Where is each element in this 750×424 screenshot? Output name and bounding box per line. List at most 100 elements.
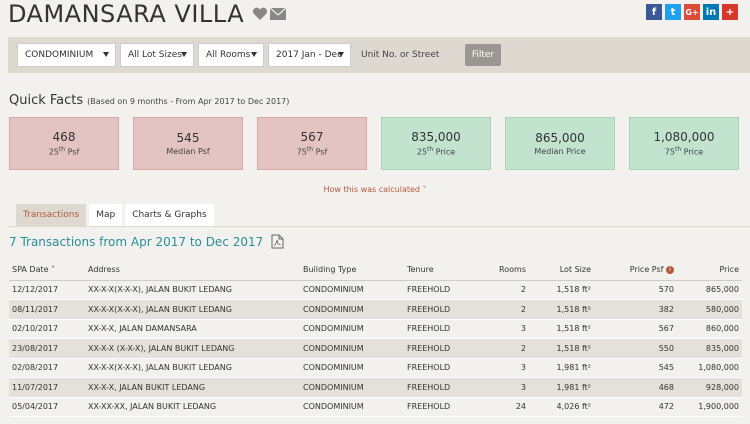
fact-label: Median Price [534, 147, 586, 156]
heart-icon[interactable] [252, 7, 268, 21]
cell-price: 865,000 [677, 280, 742, 300]
cell-address: XX-X-X, JALAN BUKIT LEDANG [85, 377, 300, 398]
cell-lot-size: 1,518 ft² [529, 299, 594, 320]
cell-building-type: CONDOMINIUM [300, 338, 404, 359]
unit-search-input[interactable]: Unit No. or Street [355, 43, 459, 67]
table-row: 12/12/2017 XX-X-X(X-X-X), JALAN BUKIT LED… [9, 280, 742, 300]
cell-price: 580,000 [677, 299, 742, 320]
quick-facts-cards: 468 25th Psf 545 Median Psf 567 75th Psf… [9, 117, 739, 170]
cell-price: 1,080,000 [677, 358, 742, 378]
fact-value: 835,000 [411, 130, 461, 145]
cell-price-psf: 468 [594, 377, 677, 398]
cell-spa-date: 02/08/2017 [9, 358, 85, 378]
mail-icon[interactable] [270, 8, 287, 20]
table-header-row: SPA Date ˄ Address Building Type Tenure … [9, 260, 742, 281]
fact-label: 75th Price [664, 146, 704, 157]
tab-charts-graphs[interactable]: Charts & Graphs [125, 204, 214, 226]
cell-price: 928,000 [677, 377, 742, 398]
cell-rooms: 3 [482, 377, 529, 398]
cell-building-type: CONDOMINIUM [300, 377, 404, 398]
cell-price: 1,900,000 [677, 397, 742, 417]
info-icon[interactable]: i [666, 265, 674, 274]
tab-map[interactable]: Map [89, 204, 123, 226]
chevron-down-icon [338, 52, 344, 57]
transactions-table: SPA Date ˄ Address Building Type Tenure … [9, 260, 742, 417]
linkedin-icon[interactable]: in [703, 4, 719, 20]
col-spa-date[interactable]: SPA Date ˄ [9, 260, 85, 281]
share-buttons: f t G+ in + [646, 4, 738, 20]
fact-value: 567 [300, 130, 324, 145]
cell-tenure: FREEHOLD [404, 397, 482, 417]
cell-rooms: 2 [482, 338, 529, 359]
cell-address: XX-X-X (X-X-X), JALAN BUKIT LEDANG [85, 338, 300, 359]
fact-value: 1,080,000 [653, 130, 715, 145]
rooms-select-value: All Rooms [206, 50, 251, 60]
cell-building-type: CONDOMINIUM [300, 319, 404, 339]
cell-spa-date: 11/07/2017 [9, 377, 85, 398]
filter-bar: CONDOMINIUM All Lot Sizes All Rooms 2017… [8, 37, 750, 73]
table-row: 05/04/2017 XX-XX-XX, JALAN BUKIT LEDANG CO… [9, 397, 742, 417]
quick-facts-subtitle: (Based on 9 months - From Apr 2017 to De… [87, 97, 290, 106]
twitter-icon[interactable]: t [665, 4, 681, 20]
fact-value: 865,000 [535, 131, 585, 145]
cell-tenure: FREEHOLD [404, 280, 482, 300]
transactions-title: 7 Transactions from Apr 2017 to Dec 2017 [9, 234, 264, 249]
cell-lot-size: 1,518 ft² [529, 338, 594, 359]
cell-tenure: FREEHOLD [404, 338, 482, 359]
cell-spa-date: 05/04/2017 [9, 397, 85, 417]
tab-divider [8, 226, 750, 227]
title-row: DAMANSARA VILLA [8, 0, 287, 28]
cell-spa-date: 23/08/2017 [9, 338, 85, 359]
cell-lot-size: 4,026 ft² [529, 397, 594, 417]
fact-label: 25th Psf [48, 146, 80, 157]
period-select[interactable]: 2017 Jan - Dec [268, 43, 351, 67]
google-plus-icon[interactable]: G+ [684, 4, 700, 20]
tab-transactions[interactable]: Transactions [16, 204, 87, 226]
pdf-icon[interactable] [271, 234, 284, 249]
transactions-header: 7 Transactions from Apr 2017 to Dec 2017 [9, 234, 284, 249]
cell-address: XX-X-X(X-X-X), JALAN BUKIT LEDANG [85, 280, 300, 300]
type-select[interactable]: CONDOMINIUM [17, 43, 116, 67]
tab-bar: Transactions Map Charts & Graphs [16, 204, 214, 226]
fact-card-25th-price: 835,000 25th Price [381, 117, 491, 170]
cell-lot-size: 1,518 ft² [529, 319, 594, 339]
facebook-icon[interactable]: f [646, 4, 662, 20]
cell-address: XX-X-X(X-X-X), JALAN BUKIT LEDANG [85, 299, 300, 320]
cell-building-type: CONDOMINIUM [300, 397, 404, 417]
fact-card-75th-price: 1,080,000 75th Price [629, 117, 739, 170]
cell-price-psf: 567 [594, 319, 677, 339]
col-price-psf: Price Psf i [594, 260, 677, 281]
cell-spa-date: 08/11/2017 [9, 299, 85, 320]
col-tenure: Tenure [404, 260, 482, 281]
cell-price-psf: 472 [594, 397, 677, 417]
table-row: 23/08/2017 XX-X-X (X-X-X), JALAN BUKIT LE… [9, 338, 742, 359]
how-calculated-link[interactable]: How this was calculated ˅ [0, 185, 750, 194]
fact-card-75th-psf: 567 75th Psf [257, 117, 367, 170]
filter-button[interactable]: Filter [465, 44, 501, 66]
cell-spa-date: 02/10/2017 [9, 319, 85, 339]
cell-tenure: FREEHOLD [404, 299, 482, 320]
fact-label: Median Psf [166, 147, 210, 156]
more-share-icon[interactable]: + [722, 4, 738, 20]
cell-price: 835,000 [677, 338, 742, 359]
period-select-value: 2017 Jan - Dec [276, 50, 343, 60]
chevron-down-icon [103, 52, 109, 57]
cell-price: 860,000 [677, 319, 742, 339]
lot-size-select[interactable]: All Lot Sizes [120, 43, 194, 67]
table-row: 02/10/2017 XX-X-X, JALAN DAMANSARA CONDOMI… [9, 319, 742, 339]
page-title: DAMANSARA VILLA [8, 0, 245, 28]
rooms-select[interactable]: All Rooms [198, 43, 264, 67]
cell-price-psf: 570 [594, 280, 677, 300]
fact-label: 25th Price [416, 146, 456, 157]
cell-rooms: 3 [482, 358, 529, 378]
chevron-down-icon [251, 52, 257, 57]
chevron-down-icon [181, 52, 187, 57]
table-row: 11/07/2017 XX-X-X, JALAN BUKIT LEDANG COND… [9, 377, 742, 398]
cell-rooms: 24 [482, 397, 529, 417]
type-select-value: CONDOMINIUM [25, 50, 94, 60]
col-rooms: Rooms [482, 260, 529, 281]
cell-lot-size: 1,518 ft² [529, 280, 594, 300]
cell-building-type: CONDOMINIUM [300, 299, 404, 320]
cell-building-type: CONDOMINIUM [300, 280, 404, 300]
cell-rooms: 2 [482, 299, 529, 320]
